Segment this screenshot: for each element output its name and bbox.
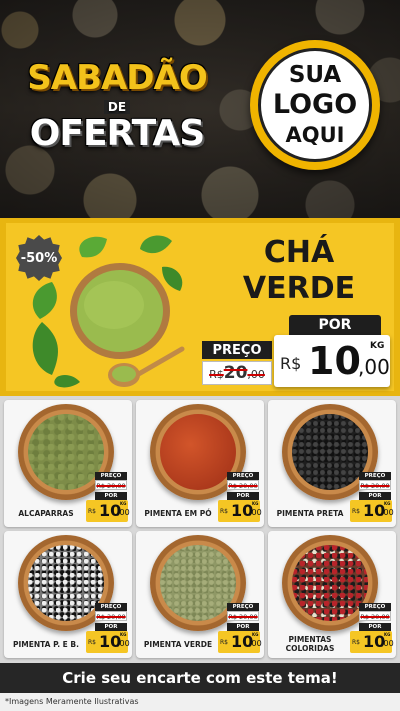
pimenta-preta-image: [292, 414, 368, 490]
old-price: R$ 20,00: [227, 611, 259, 621]
old-price-currency: R$: [209, 368, 224, 381]
old-price: R$ 20,00: [227, 480, 259, 490]
title-de: DE: [103, 100, 131, 114]
price-currency: R$: [88, 639, 96, 646]
old-price: R$20,00: [202, 361, 272, 385]
disclaimer-text: *Imagens Meramente Ilustrativas: [0, 693, 400, 711]
old-price: R$ 20,00: [359, 480, 391, 490]
featured-name-line1: CHÁ: [263, 235, 335, 270]
price-unit: KG: [384, 632, 391, 637]
preco-label: PREÇO: [95, 603, 127, 611]
price-dec: ,00: [249, 508, 262, 517]
price-currency: R$: [220, 639, 228, 646]
pimenta-p-e-b-image: [28, 545, 104, 621]
product-name: PIMENTA VERDE: [143, 640, 213, 649]
price-dec: ,00: [117, 639, 130, 648]
preco-label: PREÇO: [202, 341, 272, 359]
product-card-pimenta-preta: PIMENTA PRETA PREÇO R$ 20,00 POR R$ 10 ,…: [268, 400, 396, 527]
featured-product-name: CHÁ VERDE: [214, 235, 384, 307]
new-price: R$ 10 ,00 KG: [274, 335, 390, 387]
new-price: R$ 10 ,00 KG: [350, 631, 394, 653]
product-name: PIMENTAS COLORIDAS: [285, 635, 335, 653]
price-unit: KG: [252, 501, 259, 506]
product-card-pimenta-em-po: PIMENTA EM PÓ PREÇO R$ 20,00 POR R$ 10 ,…: [136, 400, 264, 527]
preco-label: PREÇO: [359, 472, 391, 480]
price-currency: R$: [352, 639, 360, 646]
header-banner: SABADÃO DE OFERTAS SUA LOGO AQUI: [0, 0, 400, 218]
por-label: POR: [289, 315, 381, 335]
cta-banner: Crie seu encarte com este tema!: [0, 663, 400, 693]
logo-text-logo: LOGO: [272, 89, 358, 120]
product-name: PIMENTA PRETA: [276, 509, 344, 518]
logo-text-sua: SUA: [288, 62, 342, 88]
preco-label: PREÇO: [227, 472, 259, 480]
price-unit: KG: [120, 501, 127, 506]
price-unit: KG: [120, 632, 127, 637]
price-dec: ,00: [117, 508, 130, 517]
new-price-int: 10: [308, 339, 361, 383]
new-price: R$ 10 ,00 KG: [218, 631, 262, 653]
por-label: POR: [95, 492, 127, 500]
new-price: R$ 10 ,00 KG: [86, 500, 130, 522]
new-price: R$ 10 ,00 KG: [86, 631, 130, 653]
por-label: POR: [227, 492, 259, 500]
alcaparras-image: [28, 414, 104, 490]
preco-label: PREÇO: [95, 472, 127, 480]
por-label: POR: [95, 623, 127, 631]
product-name: ALCAPARRAS: [18, 509, 74, 518]
old-price: R$ 20,00: [359, 611, 391, 621]
new-price-currency: R$: [280, 354, 302, 373]
old-price-int: 20: [223, 363, 248, 383]
preco-label: PREÇO: [359, 603, 391, 611]
product-name: PIMENTA P. E B.: [13, 640, 79, 649]
por-label: POR: [359, 492, 391, 500]
preco-label: PREÇO: [227, 603, 259, 611]
promo-title: SABADÃO DE OFERTAS: [22, 60, 212, 170]
title-sabadao: SABADÃO: [27, 58, 207, 98]
product-card-pimentas-coloridas: PIMENTAS COLORIDAS PREÇO R$ 20,00 POR R$…: [268, 531, 396, 658]
price-currency: R$: [220, 508, 228, 515]
pimenta-verde-image: [160, 545, 236, 621]
price-dec: ,00: [249, 639, 262, 648]
new-price: R$ 10 ,00 KG: [218, 500, 262, 522]
old-price-dec: ,00: [247, 368, 265, 381]
pimenta-em-po-image: [160, 414, 236, 490]
old-price: R$ 20,00: [95, 611, 127, 621]
price-currency: R$: [352, 508, 360, 515]
title-ofertas: OFERTAS: [29, 113, 205, 154]
product-card-alcaparras: ALCAPARRAS PREÇO R$ 20,00 POR R$ 10 ,00 …: [4, 400, 132, 527]
logo-text-aqui: AQUI: [285, 123, 345, 147]
logo-placeholder: SUA LOGO AQUI: [250, 40, 380, 170]
product-name: PIMENTA EM PÓ: [144, 509, 212, 518]
new-price-dec: ,00: [358, 355, 390, 379]
product-card-pimenta-p-e-b: PIMENTA P. E B. PREÇO R$ 20,00 POR R$ 10…: [4, 531, 132, 658]
new-price: R$ 10 ,00 KG: [350, 500, 394, 522]
old-price: R$ 20,00: [95, 480, 127, 490]
pimentas-coloridas-image: [292, 545, 368, 621]
product-card-pimenta-verde: PIMENTA VERDE PREÇO R$ 20,00 POR R$ 10 ,…: [136, 531, 264, 658]
featured-name-line2: VERDE: [242, 271, 356, 306]
price-dec: ,00: [381, 639, 394, 648]
price-unit: KG: [384, 501, 391, 506]
por-label: POR: [227, 623, 259, 631]
price-dec: ,00: [381, 508, 394, 517]
price-currency: R$: [88, 508, 96, 515]
featured-product-card: -50% CHÁ VERDE POR PREÇO R$20,00 R$ 10 ,…: [6, 223, 394, 391]
featured-product-section: -50% CHÁ VERDE POR PREÇO R$20,00 R$ 10 ,…: [0, 218, 400, 396]
por-label: POR: [359, 623, 391, 631]
price-unit: KG: [252, 632, 259, 637]
new-price-unit: KG: [370, 341, 385, 351]
